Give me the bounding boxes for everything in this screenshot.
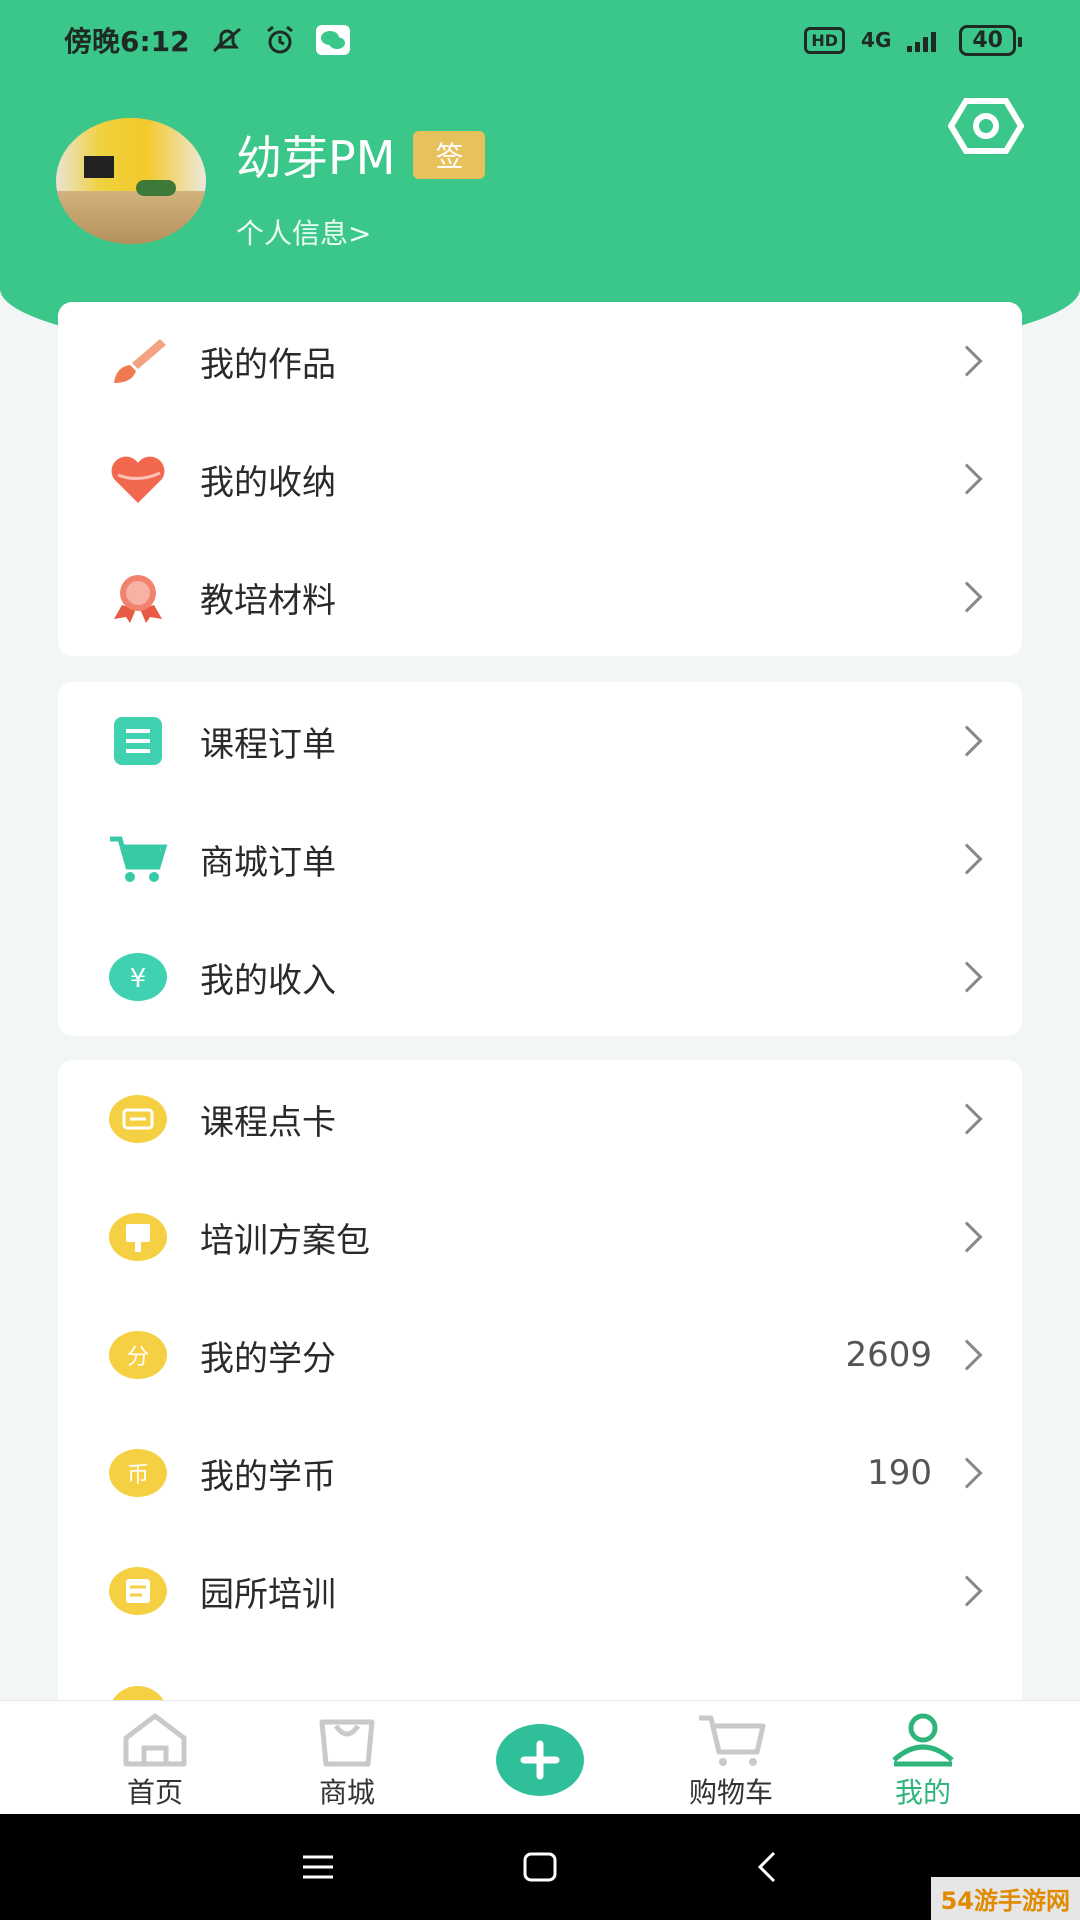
add-button[interactable] <box>496 1724 584 1796</box>
profile-header: 幼芽PM 签 个人信息> <box>56 118 486 252</box>
chevron-right-icon <box>951 1457 983 1489</box>
hd-indicator: HD <box>804 26 846 54</box>
menu-item-my-credits[interactable]: 分 我的学分 2609 <box>58 1296 1022 1414</box>
chevron-right-icon <box>951 1339 983 1371</box>
mute-bell-icon <box>212 27 241 53</box>
menu-item-training-package[interactable]: 培训方案包 <box>58 1178 1022 1296</box>
settings-button[interactable] <box>947 96 1025 156</box>
shopping-bag-icon <box>314 1711 380 1769</box>
menu-lines-icon <box>303 1855 333 1879</box>
home-icon <box>120 1711 190 1769</box>
chevron-right-icon <box>951 1103 983 1135</box>
personal-info-link[interactable]: 个人信息> <box>236 212 485 252</box>
chevron-right-icon <box>951 725 983 757</box>
chevron-right-icon <box>951 843 983 875</box>
award-icon <box>108 567 168 627</box>
status-time: 傍晚6:12 <box>64 25 190 58</box>
menu-item-campus-training[interactable]: 园所培训 <box>58 1532 1022 1650</box>
plus-icon <box>520 1740 560 1780</box>
user-profile-icon <box>888 1711 958 1769</box>
sign-in-button[interactable]: 签 <box>413 131 486 179</box>
tab-mall[interactable]: 商城 <box>272 1701 422 1815</box>
svg-text:¥: ¥ <box>130 964 147 994</box>
back-arrow-icon <box>757 1851 776 1883</box>
partial-row-icon <box>108 1686 168 1700</box>
chevron-right-icon <box>951 463 983 495</box>
chevron-right-icon <box>951 961 983 993</box>
back-nav-button[interactable] <box>738 1844 798 1890</box>
svg-text:币: 币 <box>127 1463 149 1488</box>
tab-home[interactable]: 首页 <box>80 1701 230 1815</box>
coin-icon: 币 <box>108 1443 168 1503</box>
chevron-right-icon <box>951 1575 983 1607</box>
credits-value: 2609 <box>845 1335 932 1375</box>
avatar[interactable] <box>56 118 206 244</box>
menu-item-my-income[interactable]: ¥ 我的收入 <box>58 918 1022 1036</box>
paintbrush-icon <box>108 331 168 391</box>
menu-item-my-collection[interactable]: 我的收纳 <box>58 420 1022 538</box>
status-bar: 傍晚6:12 HD 4G 40 <box>0 0 1080 80</box>
heart-icon <box>108 449 168 509</box>
credit-icon: 分 <box>108 1325 168 1385</box>
user-name: 幼芽PM <box>236 131 396 185</box>
settings-hexagon-icon <box>947 98 1025 154</box>
shopping-cart-icon <box>695 1711 767 1769</box>
menu-item-my-works[interactable]: 我的作品 <box>58 302 1022 420</box>
menu-item-training-materials[interactable]: 教培材料 <box>58 538 1022 656</box>
menu-item-mall-orders[interactable]: 商城订单 <box>58 800 1022 918</box>
battery-indicator: 40 <box>959 24 1022 56</box>
svg-text:分: 分 <box>127 1345 149 1370</box>
menu-group-learning: 课程点卡 培训方案包 分 我的学分 2609 币 我的学币 190 园所培训 <box>58 1060 1022 1654</box>
package-icon <box>108 1207 168 1267</box>
list-icon <box>108 711 168 771</box>
yen-icon: ¥ <box>108 947 168 1007</box>
signal-icon <box>907 32 937 52</box>
coins-value: 190 <box>867 1453 932 1493</box>
training-icon <box>108 1561 168 1621</box>
menu-item-my-coins[interactable]: 币 我的学币 190 <box>58 1414 1022 1532</box>
network-type: 4G <box>861 28 892 52</box>
home-nav-button[interactable] <box>510 1844 570 1890</box>
chevron-right-icon <box>951 581 983 613</box>
watermark-logo: 54游手游网 <box>930 1877 1080 1920</box>
square-icon <box>523 1852 557 1882</box>
tab-cart[interactable]: 购物车 <box>656 1701 806 1815</box>
cart-icon <box>108 829 168 889</box>
menu-group-orders: 课程订单 商城订单 ¥ 我的收入 <box>58 682 1022 1036</box>
menu-nav-button[interactable] <box>288 1844 348 1890</box>
menu-item-course-card[interactable]: 课程点卡 <box>58 1060 1022 1178</box>
menu-item-partial[interactable] <box>58 1654 1022 1700</box>
chevron-right-icon <box>951 1221 983 1253</box>
menu-group-works: 我的作品 我的收纳 教培材料 <box>58 302 1022 656</box>
menu-item-course-orders[interactable]: 课程订单 <box>58 682 1022 800</box>
alarm-icon <box>266 25 293 54</box>
system-navigation-bar: 54游手游网 <box>0 1814 1080 1920</box>
tab-mine[interactable]: 我的 <box>848 1701 998 1815</box>
chevron-right-icon <box>951 345 983 377</box>
wechat-icon <box>315 25 350 55</box>
ticket-icon <box>108 1089 168 1149</box>
